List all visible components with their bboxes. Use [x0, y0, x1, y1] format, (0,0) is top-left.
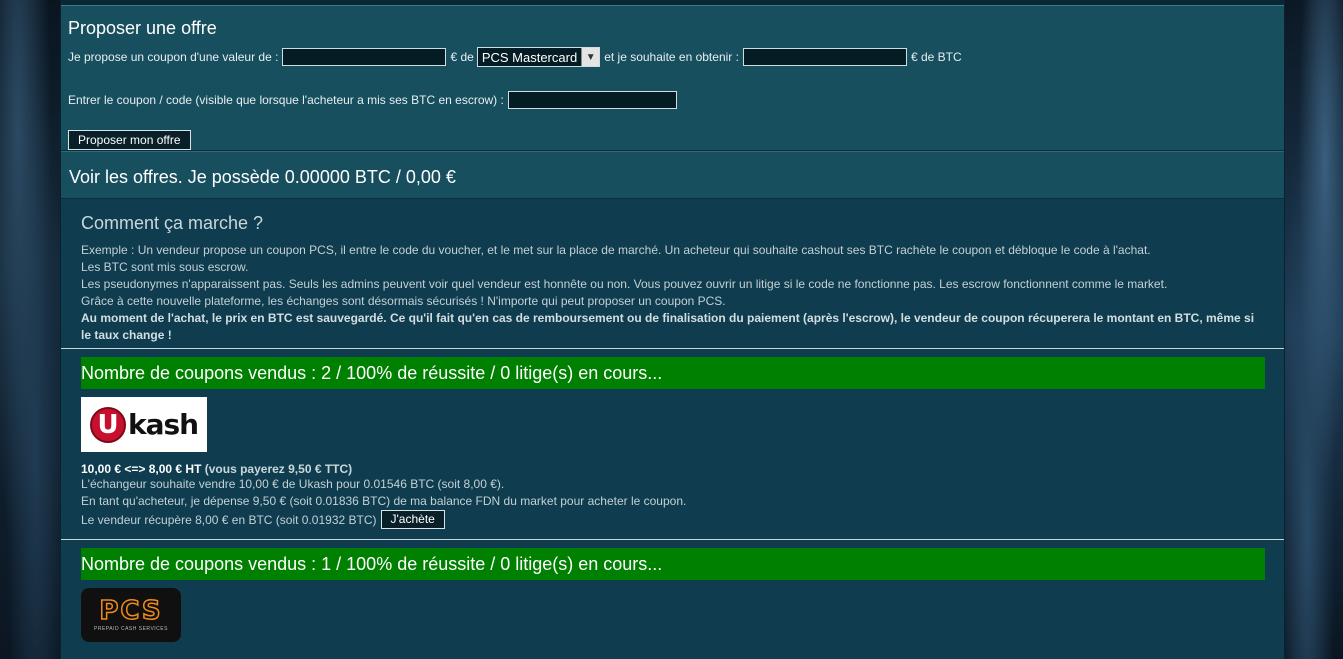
coupon-code-input[interactable] — [507, 91, 677, 109]
how-it-works-paragraph: Les BTC sont mis sous escrow. — [81, 260, 249, 274]
offer-price-main: 10,00 € <=> 8,00 € HT — [81, 462, 202, 476]
background-space-right — [1283, 0, 1343, 659]
how-it-works-paragraph: Les pseudonymes n'apparaissent pas. Seul… — [81, 277, 1168, 291]
ukash-logo-text: kash — [128, 408, 199, 441]
offer-price: 10,00 € <=> 8,00 € HT (vous payerez 9,50… — [81, 462, 1265, 476]
offer-value-row: Je propose un coupon d'une valeur de : €… — [68, 46, 1284, 68]
balance-panel: Voir les offres. Je possède 0.00000 BTC … — [61, 151, 1284, 199]
how-it-works-notice: Au moment de l'achat, le prix en BTC est… — [81, 311, 1255, 342]
pcs-logo-text: PCS — [99, 596, 163, 626]
coupon-type-select[interactable]: PCS Mastercard ▼ — [476, 47, 601, 67]
offer-card: Nombre de coupons vendus : 1 / 100% de r… — [61, 540, 1284, 642]
seller-stats-banner: Nombre de coupons vendus : 1 / 100% de r… — [81, 548, 1265, 580]
offer-card: Nombre de coupons vendus : 2 / 100% de r… — [61, 349, 1284, 540]
offer-description-line: Le vendeur récupère 8,00 € en BTC (soit … — [81, 512, 377, 527]
chevron-down-icon[interactable]: ▼ — [581, 48, 600, 66]
want-label: et je souhaite en obtenir : — [604, 50, 739, 64]
how-it-works-section: Comment ça marche ? Exemple : Un vendeur… — [61, 199, 1284, 349]
seller-stats-banner: Nombre de coupons vendus : 2 / 100% de r… — [81, 357, 1265, 389]
btc-label: € de BTC — [910, 50, 962, 64]
propose-offer-button[interactable]: Proposer mon offre — [68, 130, 191, 150]
balance-text[interactable]: Voir les offres. Je possède 0.00000 BTC … — [69, 167, 456, 187]
value-label: Je propose un coupon d'une valeur de : — [68, 50, 279, 64]
coupon-code-row: Entrer le coupon / code (visible que lor… — [68, 89, 1284, 111]
offer-description-line: L'échangeur souhaite vendre 10,00 € de U… — [81, 477, 505, 491]
how-it-works-paragraph: Grâce à cette nouvelle plateforme, les é… — [81, 294, 726, 308]
ukash-u-icon: U — [90, 406, 126, 443]
offer-description-line: En tant qu'acheteur, je dépense 9,50 € (… — [81, 494, 687, 508]
seller-stats-text: Nombre de coupons vendus : 2 / 100% de r… — [81, 363, 663, 383]
offer-buy-row: Le vendeur récupère 8,00 € en BTC (soit … — [81, 510, 1265, 529]
background-space-left — [0, 0, 60, 659]
pcs-logo: PCS PREPAID CASH SERVICES — [81, 588, 181, 642]
seller-stats-text: Nombre de coupons vendus : 1 / 100% de r… — [81, 554, 663, 574]
how-it-works-paragraph: Exemple : Un vendeur propose un coupon P… — [81, 243, 1151, 257]
coupon-type-selected: PCS Mastercard — [481, 49, 578, 65]
currency-de-label: € de — [450, 50, 474, 64]
btc-amount-input[interactable] — [742, 48, 907, 66]
coupon-code-label: Entrer le coupon / code (visible que lor… — [68, 93, 504, 107]
offer-form-panel: Proposer une offre Je propose un coupon … — [61, 6, 1284, 151]
pcs-logo-subtitle: PREPAID CASH SERVICES — [94, 626, 168, 632]
coupon-value-input[interactable] — [282, 48, 447, 66]
offer-form-title: Proposer une offre — [68, 18, 217, 38]
offer-price-ttc: (vous payerez 9,50 € TTC) — [204, 462, 353, 476]
main-content: Proposer une offre Je propose un coupon … — [60, 0, 1285, 659]
how-it-works-title: Comment ça marche ? — [81, 213, 264, 233]
ukash-logo: U kash — [81, 397, 207, 452]
buy-button[interactable]: J'achète — [380, 510, 445, 529]
